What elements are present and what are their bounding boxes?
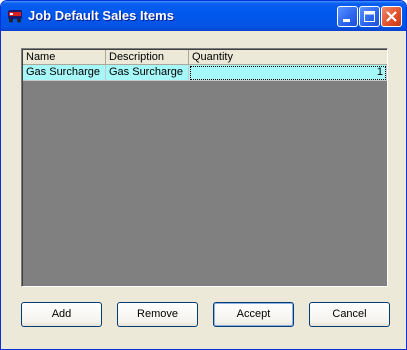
accept-button[interactable]: Accept [213, 302, 294, 327]
window-title: Job Default Sales Items [28, 8, 174, 23]
minimize-button[interactable] [337, 6, 358, 27]
add-button[interactable]: Add [21, 302, 102, 327]
column-header-description[interactable]: Description [106, 50, 189, 65]
maximize-button[interactable] [359, 6, 380, 27]
maximize-icon [364, 11, 375, 22]
column-header-name[interactable]: Name [23, 50, 106, 65]
cell-name[interactable]: Gas Surcharge [23, 65, 106, 81]
close-button[interactable] [381, 6, 402, 27]
cancel-button[interactable]: Cancel [309, 302, 390, 327]
sales-items-grid[interactable]: Name Description Quantity Gas Surcharge … [21, 48, 388, 287]
close-icon [386, 11, 397, 22]
dialog-window: Job Default Sales Items Name Description… [0, 0, 407, 350]
grid-header-row: Name Description Quantity [23, 50, 387, 65]
app-icon [8, 10, 22, 23]
cell-description[interactable]: Gas Surcharge [106, 65, 189, 81]
remove-button[interactable]: Remove [117, 302, 198, 327]
minimize-icon [343, 19, 350, 22]
table-row[interactable]: Gas Surcharge Gas Surcharge 1 [23, 65, 387, 81]
title-bar[interactable]: Job Default Sales Items [1, 1, 406, 31]
cell-quantity[interactable]: 1 [189, 65, 387, 81]
column-header-quantity[interactable]: Quantity [189, 50, 387, 65]
